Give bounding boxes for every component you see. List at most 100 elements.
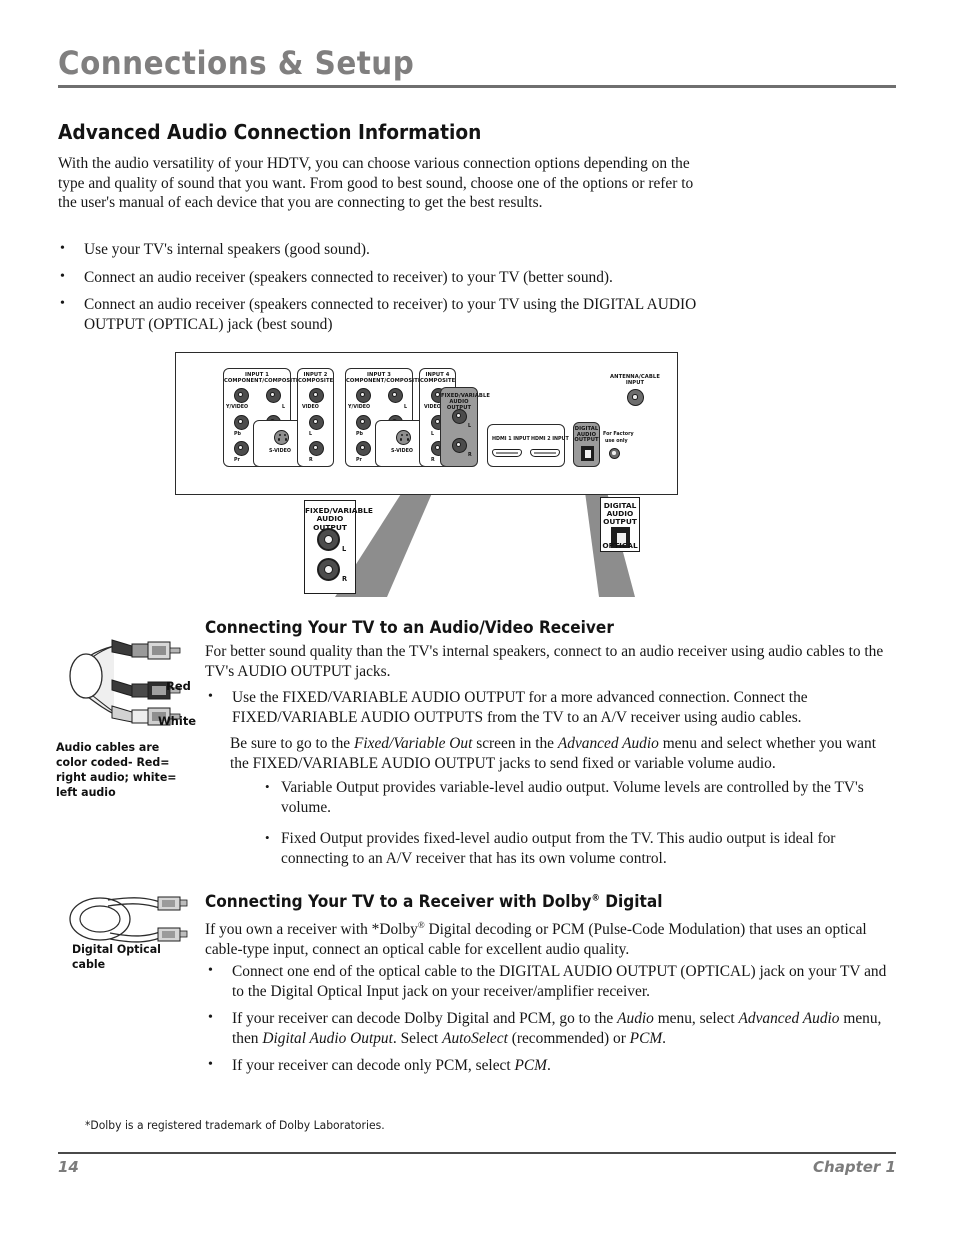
footer-rule	[58, 1152, 896, 1154]
bullet2-text-6: .	[662, 1029, 667, 1047]
chapter-title: Connections & Setup	[58, 44, 415, 82]
section-heading-advanced-audio: Advanced Audio Connection Information	[58, 120, 482, 144]
input-1-left-audio-label: L	[282, 405, 286, 410]
list-item: If your receiver can decode only PCM, se…	[202, 1055, 897, 1076]
fixed-variable-left-jack	[452, 409, 467, 424]
callout-optical-title-line3: OUTPUT	[603, 517, 637, 526]
bullet2-text-5: (recommended) or	[507, 1029, 630, 1047]
input-3-pr-jack	[356, 441, 371, 456]
input-3-title-line2: COMPONENT/COMPOSITE	[346, 378, 422, 384]
input-3-left-audio-label: L	[404, 405, 408, 410]
digital-audio-output-group: DIGITAL AUDIO OUTPUT	[573, 422, 600, 467]
antenna-coax-jack	[627, 389, 644, 406]
optical-cable-caption: Digital Optical cable	[72, 942, 161, 971]
hdmi-group: HDMI 1 INPUT HDMI 2 INPUT	[487, 424, 569, 467]
list-item: Fixed Output provides fixed-level audio …	[265, 828, 893, 868]
note-italic-fixed-variable-out: Fixed/Variable Out	[353, 735, 473, 752]
dolby-heading-text-1: Connecting Your TV to a Receiver with Do…	[205, 892, 592, 911]
bullet2-text-4: . Select	[392, 1029, 443, 1047]
dolby-intro-text-1: If you own a receiver with *Dolby	[205, 921, 418, 939]
callout-fixed-variable-audio-output: FIXED/VARIABLE AUDIO OUTPUT L R	[304, 500, 373, 594]
hdmi-1-port	[492, 449, 522, 457]
input-1-y-video-label: Y/VIDEO	[226, 405, 249, 410]
bullet3-text-1: If your receiver can decode only PCM, se…	[232, 1057, 515, 1075]
fixed-variable-right-jack	[452, 438, 467, 453]
registered-trademark-icon: ®	[591, 893, 600, 904]
input-1-pr-jack	[234, 441, 249, 456]
input-1-title-line2: COMPONENT/COMPOSITE	[224, 378, 300, 384]
digital-optical-port	[581, 446, 594, 461]
callout-fixed-left-label: L	[342, 545, 347, 553]
av-receiver-bullet-list: Use the FIXED/VARIABLE AUDIO OUTPUT for …	[202, 687, 895, 735]
input-3-y-video-jack	[356, 388, 371, 403]
input-2-right-audio-label: R	[309, 458, 313, 463]
bullet2-text-1: If your receiver can decode Dolby Digita…	[232, 1010, 618, 1028]
callout-fixed-right-jack	[317, 558, 340, 581]
advanced-audio-intro: With the audio versatility of your HDTV,…	[58, 155, 694, 212]
input-4-title-line2: COMPOSITE	[420, 378, 456, 384]
input-3-left-audio-jack	[388, 388, 403, 403]
advanced-audio-bullet-list: Use your TV's internal speakers (good so…	[54, 239, 714, 342]
av-receiver-intro: For better sound quality than the TV's i…	[205, 643, 884, 680]
input-4-left-audio-label: L	[431, 432, 435, 437]
list-item: Connect an audio receiver (speakers conn…	[54, 267, 714, 288]
input-1-left-audio-jack	[266, 388, 281, 403]
hdmi-2-label: HDMI 2 INPUT	[531, 437, 569, 442]
bullet2-italic-advanced-audio: Advanced Audio	[738, 1010, 840, 1028]
input-4-right-audio-label: R	[431, 458, 435, 463]
av-receiver-sub-bullet-list: Variable Output provides variable-level …	[265, 777, 893, 874]
tv-back-panel-diagram: INPUT 1 COMPONENT/COMPOSITE Y/VIDEO L Pb…	[175, 352, 680, 597]
input-2-group: INPUT 2 COMPOSITE VIDEO L R	[297, 368, 334, 467]
callout-digital-audio-output: DIGITAL AUDIO OUTPUT OPTICAL	[600, 497, 640, 552]
input-1-pr-label: Pr	[234, 458, 240, 463]
callout-fixed-right-label: R	[342, 575, 348, 583]
factory-service-jack	[609, 448, 620, 459]
hdmi-1-label: HDMI 1 INPUT	[492, 437, 530, 442]
digital-optical-cable-illustration	[69, 896, 188, 943]
registered-trademark-icon: ®	[417, 920, 425, 930]
input-1-pb-label: Pb	[234, 432, 241, 437]
input-2-title-line2: COMPOSITE	[298, 378, 334, 384]
input-3-pr-label: Pr	[356, 458, 362, 463]
callout-optical-label: OPTICAL	[602, 541, 638, 550]
input-2-video-label: VIDEO	[302, 405, 319, 410]
bullet2-italic-pcm: PCM	[629, 1029, 663, 1047]
bullet2-text-2: menu, select	[653, 1010, 739, 1028]
fixed-variable-left-label: L	[468, 424, 472, 429]
footnote: *Dolby is a registered trademark of Dolb…	[85, 1118, 385, 1132]
note-text-2: screen in the	[472, 735, 558, 752]
input-3-y-video-label: Y/VIDEO	[348, 405, 371, 410]
note-italic-advanced-audio: Advanced Audio	[557, 735, 659, 752]
list-item: If your receiver can decode Dolby Digita…	[202, 1008, 897, 1048]
cable-tag-red: Red	[166, 679, 191, 693]
running-head: Connections & Setup	[58, 44, 896, 88]
input-3-s-video-label: S-VIDEO	[391, 449, 413, 454]
input-2-left-audio-jack	[309, 415, 324, 430]
list-item: Connect an audio receiver (speakers conn…	[54, 294, 714, 334]
input-3-pb-jack	[356, 415, 371, 430]
factory-label-line1: For Factory	[603, 432, 634, 437]
bullet2-italic-audio: Audio	[617, 1010, 654, 1028]
list-item: Use the FIXED/VARIABLE AUDIO OUTPUT for …	[202, 687, 895, 727]
header-rule	[58, 85, 896, 88]
page-number: 14	[58, 1158, 79, 1176]
av-receiver-note: Be sure to go to the Fixed/Variable Out …	[230, 734, 890, 773]
input-1-y-video-jack	[234, 388, 249, 403]
section-heading-dolby: Connecting Your TV to a Receiver with Do…	[205, 892, 662, 911]
input-2-left-audio-label: L	[309, 432, 313, 437]
hdmi-2-port	[530, 449, 560, 457]
chapter-label: Chapter 1	[813, 1158, 896, 1176]
input-3-s-video-jack	[396, 430, 411, 445]
dolby-bullet-list: Connect one end of the optical cable to …	[202, 961, 897, 1081]
bullet2-italic-autoselect: AutoSelect	[442, 1029, 508, 1047]
list-item: Use your TV's internal speakers (good so…	[54, 239, 714, 260]
dolby-heading-text-2: Digital	[599, 892, 663, 911]
input-2-right-audio-jack	[309, 441, 324, 456]
audio-cable-caption: Audio cables are color coded- Red= right…	[56, 740, 177, 799]
input-1-s-video-jack	[274, 430, 289, 445]
input-2-video-jack	[309, 388, 324, 403]
factory-label-line2: use only	[605, 439, 628, 444]
input-1-pb-jack	[234, 415, 249, 430]
bullet3-text-2: .	[546, 1057, 551, 1075]
digital-audio-title-line3: OUTPUT	[574, 437, 599, 443]
